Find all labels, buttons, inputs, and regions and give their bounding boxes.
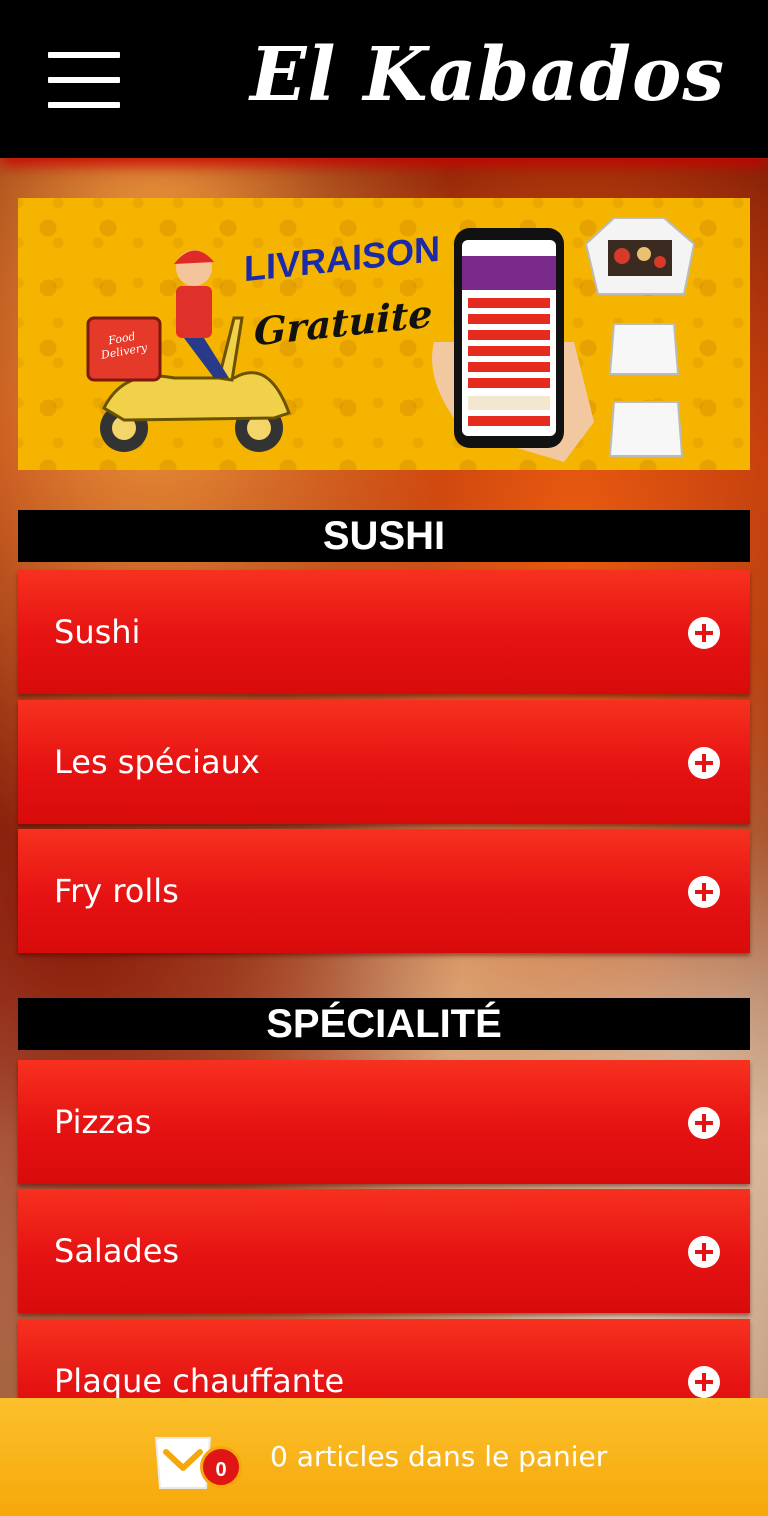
category-salades[interactable]: Salades — [18, 1189, 750, 1313]
cart-summary-text: 0 articles dans le panier — [270, 1440, 608, 1473]
plus-circle-icon[interactable] — [688, 747, 720, 779]
category-label: Sushi — [54, 613, 141, 651]
cart-bar[interactable]: 0 0 articles dans le panier — [0, 1398, 768, 1516]
plus-circle-icon[interactable] — [688, 1236, 720, 1268]
plus-circle-icon[interactable] — [688, 1366, 720, 1398]
category-label: Fry rolls — [54, 872, 179, 910]
section-title-sushi: SUSHI — [18, 510, 750, 562]
category-les-speciaux[interactable]: Les spéciaux — [18, 700, 750, 824]
promo-banner[interactable]: Food Delivery LIVRAISON Gratuite — [18, 198, 750, 470]
section-title-specialite: SPÉCIALITÉ — [18, 998, 750, 1050]
hamburger-menu-icon[interactable] — [48, 52, 120, 108]
plus-circle-icon[interactable] — [688, 876, 720, 908]
plus-circle-icon[interactable] — [688, 617, 720, 649]
category-label: Les spéciaux — [54, 743, 260, 781]
category-sushi[interactable]: Sushi — [18, 570, 750, 694]
app-header: El Kabados — [0, 0, 768, 158]
menu-line — [48, 102, 120, 108]
category-fry-rolls[interactable]: Fry rolls — [18, 829, 750, 953]
category-label: Salades — [54, 1232, 180, 1270]
category-label: Pizzas — [54, 1103, 152, 1141]
cart-count-badge: 0 — [200, 1446, 242, 1488]
brand-logo[interactable]: El Kabados — [250, 20, 724, 130]
menu-line — [48, 77, 120, 83]
takeout-boxes-illustration — [584, 217, 696, 457]
category-pizzas[interactable]: Pizzas — [18, 1060, 750, 1184]
plus-circle-icon[interactable] — [688, 1107, 720, 1139]
menu-line — [48, 52, 120, 58]
